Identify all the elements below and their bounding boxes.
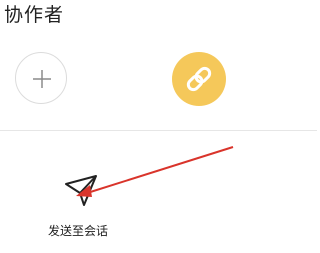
plus-icon [33,70,51,88]
share-panel: 协作者 发送至会话 [0,0,317,253]
link-icon [186,66,212,92]
paper-plane-icon [65,175,97,206]
copy-link-button[interactable] [172,52,226,106]
add-collaborator-button[interactable] [15,52,67,104]
send-to-chat-label: 发送至会话 [48,224,109,238]
section-title: 协作者 [4,4,65,26]
divider [0,130,317,131]
send-to-chat-button[interactable]: 发送至会话 [36,168,126,244]
